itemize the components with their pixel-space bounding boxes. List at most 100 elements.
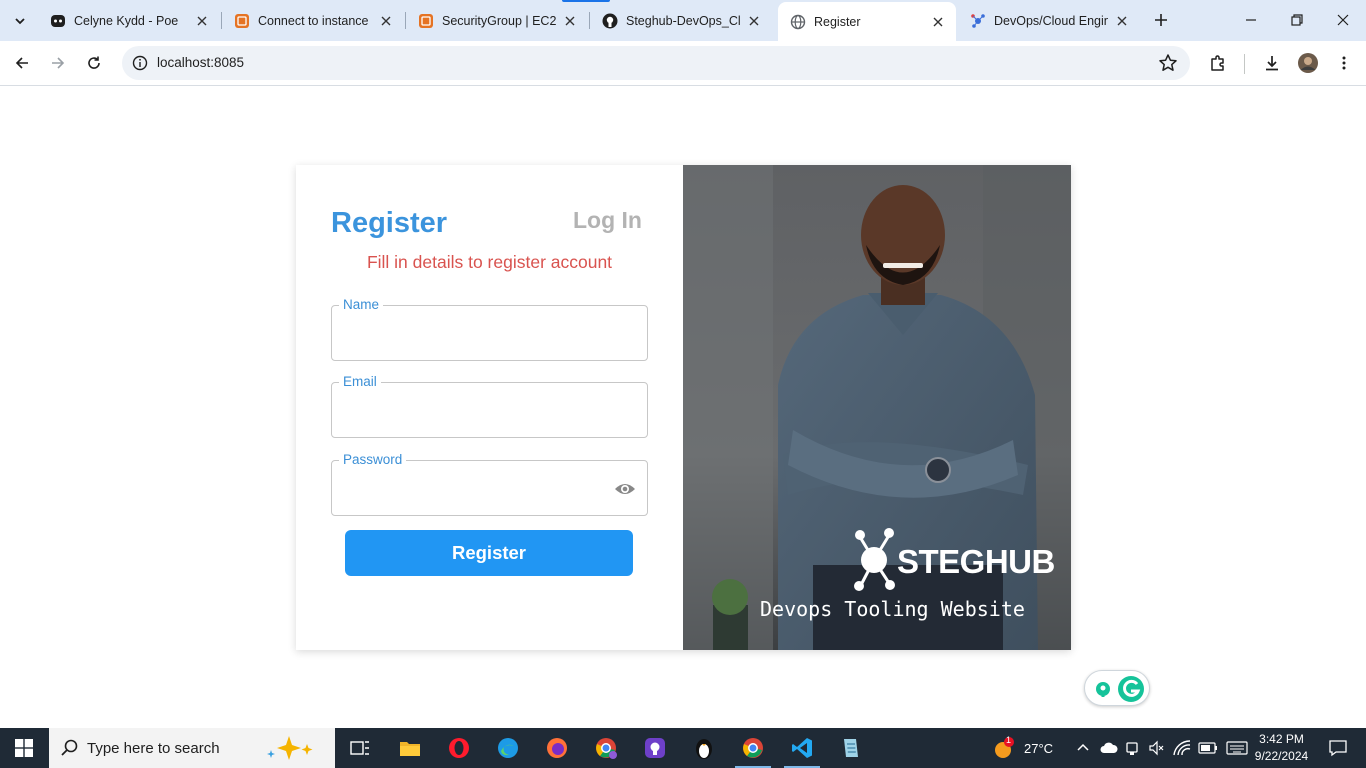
edge-icon <box>498 738 518 758</box>
profile-button[interactable] <box>1294 49 1322 77</box>
penguin-icon <box>696 739 712 759</box>
tab-title: Connect to instance | <box>258 13 372 28</box>
password-input[interactable] <box>344 477 604 501</box>
tab-search-button[interactable] <box>8 9 32 33</box>
task-view-button[interactable] <box>336 728 384 768</box>
taskbar-search[interactable]: Type here to search <box>49 728 335 768</box>
puzzle-icon <box>1211 55 1224 71</box>
site-info-button[interactable] <box>130 53 150 73</box>
wifi-icon[interactable] <box>1173 740 1191 756</box>
browser-tab-github[interactable]: Steghub-DevOps_Clo <box>590 0 772 41</box>
browser-tab-securitygroup[interactable]: SecurityGroup | EC2 | <box>406 0 588 41</box>
extensions-button[interactable] <box>1204 49 1232 77</box>
site-tagline: Devops Tooling Website <box>760 597 1025 621</box>
github-icon <box>602 13 618 28</box>
sparkle-icon <box>267 736 313 760</box>
forward-button[interactable] <box>44 49 72 77</box>
globe-icon <box>790 14 806 29</box>
keyboard-icon[interactable] <box>1226 741 1248 755</box>
chrome-profile-app[interactable] <box>582 728 630 768</box>
arrow-left-icon <box>15 57 28 69</box>
onedrive-icon[interactable] <box>1100 741 1118 755</box>
toolbar-divider <box>1244 54 1245 74</box>
browser-tab-register[interactable]: Register <box>778 2 956 41</box>
download-icon <box>1266 56 1278 71</box>
edge-app[interactable] <box>484 728 532 768</box>
close-icon[interactable] <box>1114 13 1130 29</box>
weather-widget[interactable]: 1 27°C <box>992 728 1053 768</box>
tab-title: DevOps/Cloud Engine <box>994 13 1108 28</box>
name-input[interactable] <box>344 322 604 346</box>
battery-icon[interactable] <box>1198 742 1218 754</box>
grammarly-icon <box>1096 676 1144 702</box>
github-desktop-app[interactable] <box>631 728 679 768</box>
restore-icon <box>1291 14 1303 26</box>
avatar <box>1298 53 1318 73</box>
back-button[interactable] <box>8 49 36 77</box>
firefox-app[interactable] <box>533 728 581 768</box>
email-field[interactable]: Email <box>331 374 648 438</box>
search-placeholder: Type here to search <box>87 740 220 757</box>
email-label: Email <box>339 374 381 389</box>
clock-date: 9/22/2024 <box>1254 749 1309 763</box>
minimize-button[interactable] <box>1228 0 1274 40</box>
close-icon[interactable] <box>562 13 578 29</box>
browser-menu-button[interactable] <box>1330 49 1358 77</box>
name-label: Name <box>339 297 384 312</box>
chevron-up-icon[interactable] <box>1076 741 1090 755</box>
new-tab-button[interactable] <box>1150 9 1172 31</box>
close-window-button[interactable] <box>1320 0 1366 40</box>
plus-icon <box>1155 14 1167 26</box>
tab-strip: Celyne Kydd - Poe Connect to instance | … <box>0 0 1366 41</box>
info-icon <box>132 55 148 71</box>
register-card: Register Log In Fill in details to regis… <box>296 165 1071 650</box>
register-button[interactable]: Register <box>345 530 633 576</box>
close-icon[interactable] <box>194 13 210 29</box>
downloads-button[interactable] <box>1258 49 1286 77</box>
close-icon[interactable] <box>378 13 394 29</box>
system-clock[interactable]: 3:42 PM 9/22/2024 <box>1249 731 1314 765</box>
password-field[interactable]: Password <box>331 452 648 516</box>
browser-tab-devops[interactable]: DevOps/Cloud Engine <box>958 0 1140 41</box>
temperature: 27°C <box>1024 740 1054 756</box>
chrome-app[interactable] <box>729 728 777 768</box>
vscode-app[interactable] <box>778 728 826 768</box>
notification-icon <box>1329 740 1347 757</box>
github-icon <box>645 738 665 758</box>
bookmark-star-icon[interactable] <box>1158 53 1178 73</box>
page-content: Register Log In Fill in details to regis… <box>0 87 1366 728</box>
start-button[interactable] <box>0 728 48 768</box>
restore-button[interactable] <box>1274 0 1320 40</box>
volume-muted-icon[interactable] <box>1148 740 1164 756</box>
login-tab[interactable]: Log In <box>573 207 642 234</box>
penguin-app[interactable] <box>680 728 728 768</box>
address-bar[interactable]: localhost:8085 <box>122 46 1190 80</box>
close-icon <box>1337 14 1349 26</box>
file-explorer-app[interactable] <box>386 728 434 768</box>
close-icon[interactable] <box>746 13 762 29</box>
eye-icon[interactable] <box>614 478 636 500</box>
reload-button[interactable] <box>80 49 108 77</box>
email-input[interactable] <box>344 399 604 423</box>
firefox-icon <box>547 738 567 758</box>
name-field[interactable]: Name <box>331 297 648 361</box>
notifications-button[interactable] <box>1320 728 1356 768</box>
aws-console-icon <box>419 13 433 28</box>
poe-icon <box>51 14 65 27</box>
register-tab[interactable]: Register <box>331 207 447 240</box>
notepad-icon <box>844 739 858 757</box>
task-view-icon <box>350 741 369 755</box>
browser-tab-connect[interactable]: Connect to instance | <box>222 0 404 41</box>
notepad-app[interactable] <box>827 728 875 768</box>
chevron-down-icon <box>15 18 25 25</box>
close-icon[interactable] <box>930 14 946 30</box>
grammarly-widget[interactable] <box>1084 670 1150 706</box>
register-form: Register Log In Fill in details to regis… <box>296 165 683 650</box>
opera-icon <box>449 738 469 758</box>
opera-app[interactable] <box>435 728 483 768</box>
browser-tab-poe[interactable]: Celyne Kydd - Poe <box>38 0 220 41</box>
aws-console-icon <box>235 13 249 28</box>
tray-icons <box>1076 728 1248 768</box>
device-icon[interactable] <box>1125 740 1139 756</box>
form-subtitle: Fill in details to register account <box>366 252 613 272</box>
